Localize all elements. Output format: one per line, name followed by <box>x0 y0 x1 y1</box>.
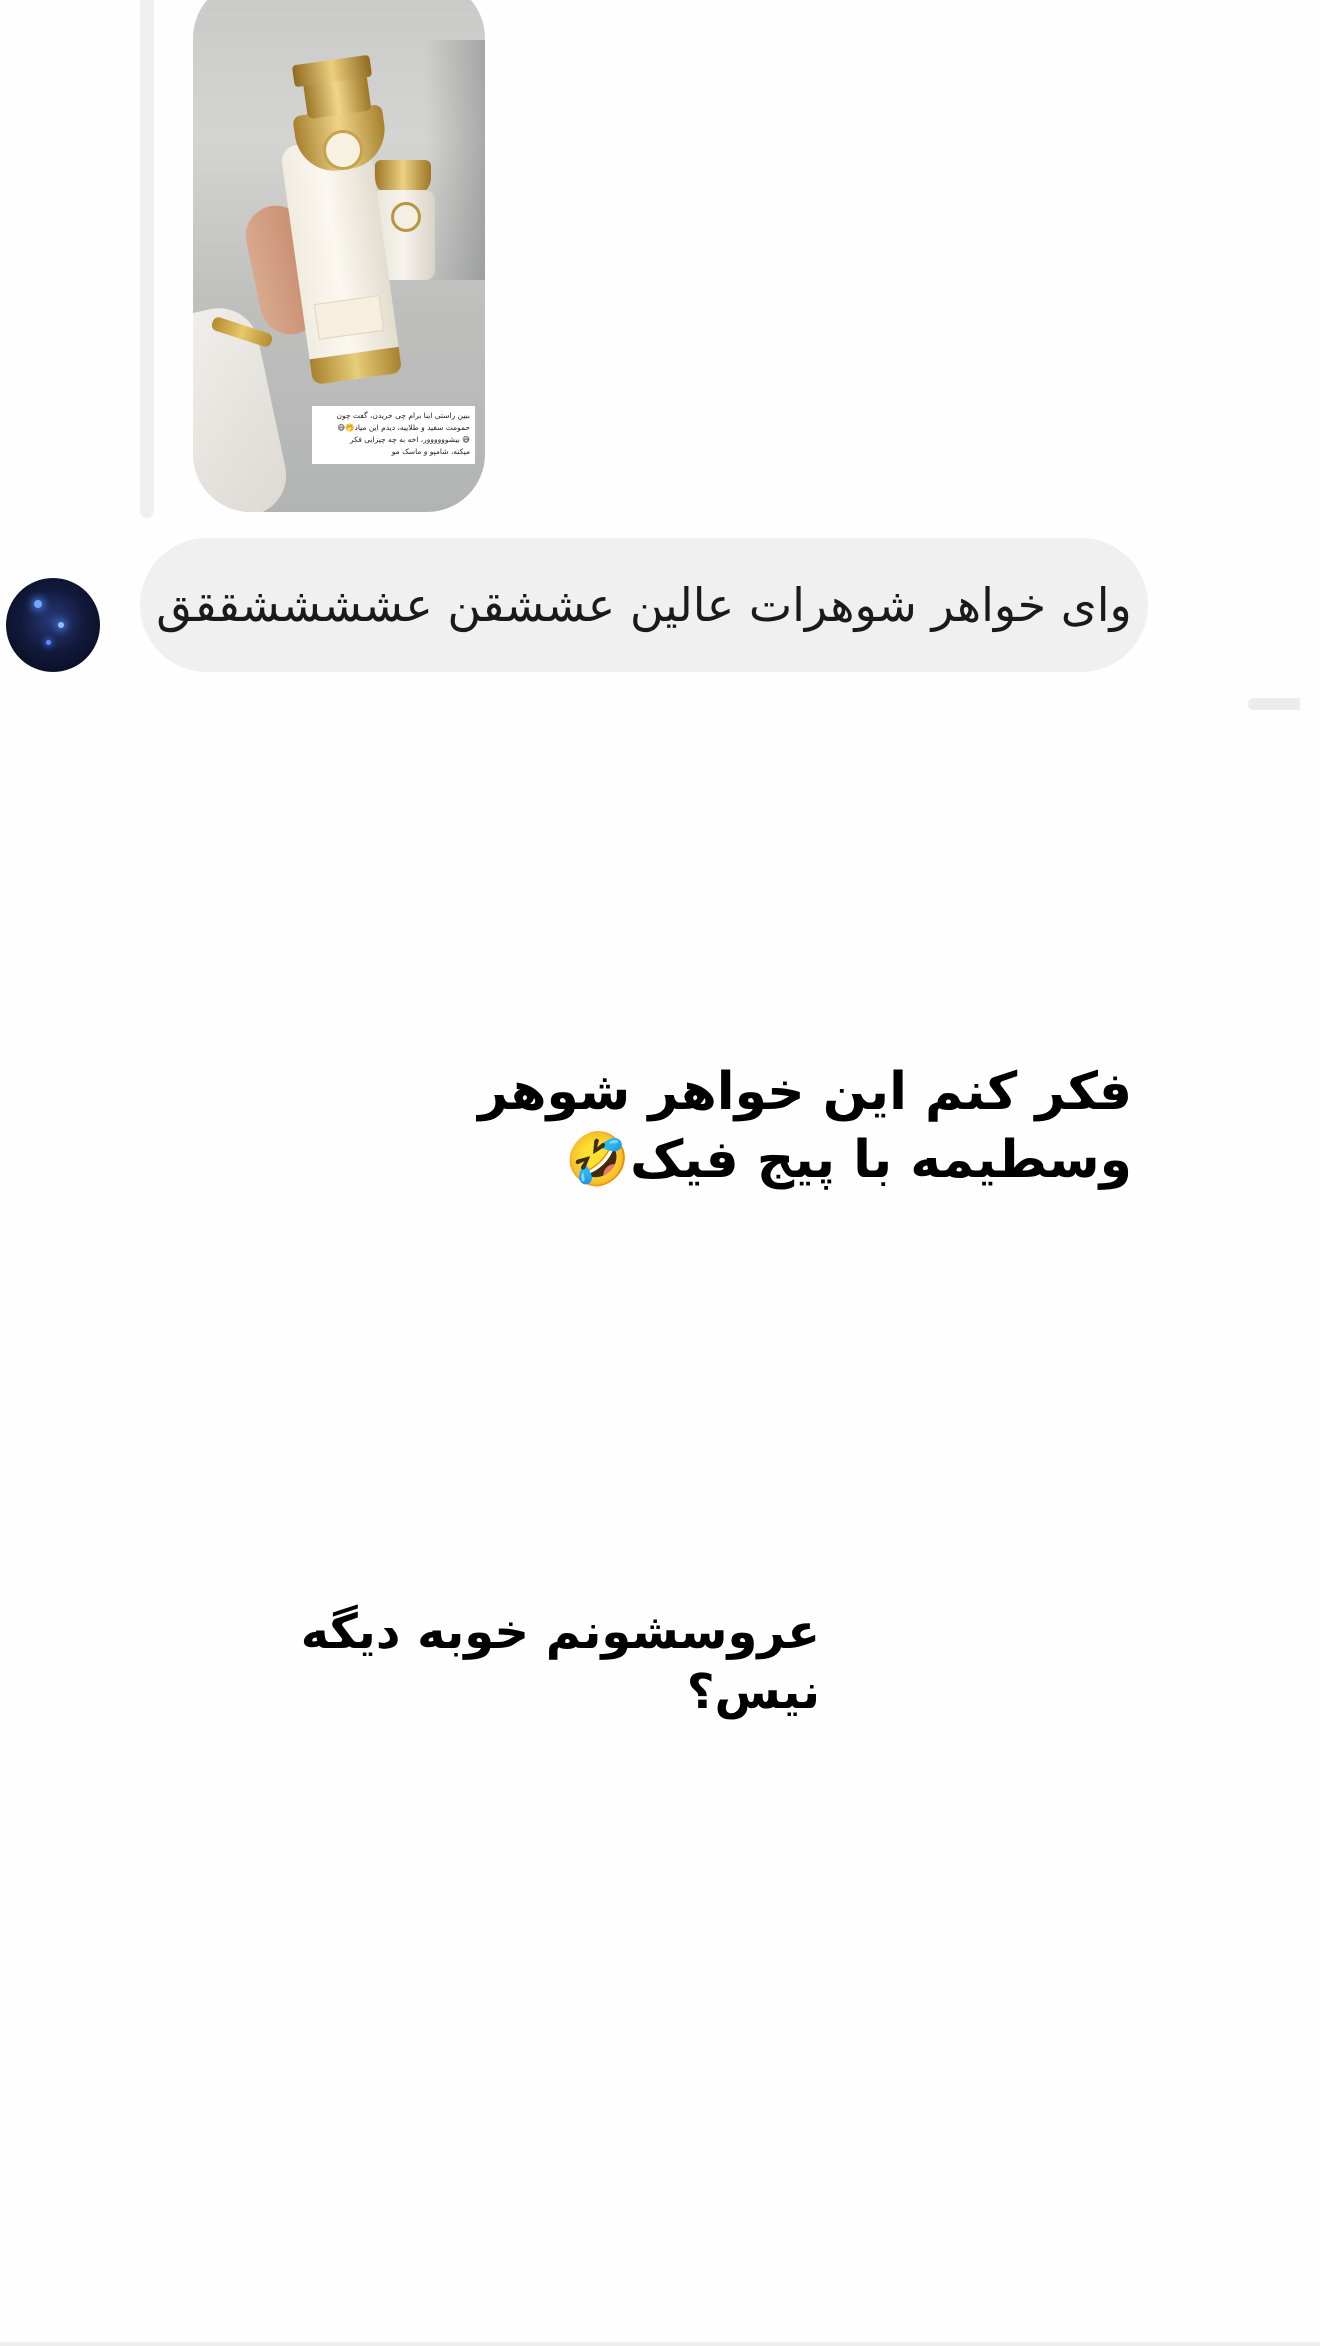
story-caption-box: ببین راستی اینا برام چی خریدن، گفت چون ح… <box>312 406 475 464</box>
story-second-bottle-emblem <box>391 202 421 232</box>
overlay-caption-line: وسطیمه با پیج فیک🤣 <box>565 1130 1132 1190</box>
overlay-caption-line: فکر کنم این خواهر شوهر <box>478 1062 1132 1122</box>
story-reply-indicator-bar <box>140 0 154 518</box>
story-reply-thumbnail[interactable]: ببین راستی اینا برام چی خریدن، گفت چون ح… <box>193 0 485 512</box>
story-bottle-label <box>313 295 385 340</box>
avatar-glow <box>58 622 64 628</box>
bottom-divider <box>0 2342 1320 2346</box>
overlay-caption-top: فکر کنم این خواهر شوهر وسطیمه با پیج فیک… <box>392 1058 1132 1194</box>
story-caption-line: میکنه، شامپو و ماسک مو <box>391 447 470 456</box>
overlay-caption-line: عروسشونم خوبه دیگه نیس؟ <box>300 1604 820 1720</box>
edge-indicator <box>1248 698 1300 710</box>
avatar-glow <box>34 600 42 608</box>
story-caption-line: ببین راستی اینا برام چی خریدن، گفت چون <box>336 411 470 420</box>
avatar-glow <box>46 640 51 645</box>
overlay-caption-bottom: عروسشونم خوبه دیگه نیس؟ <box>240 1602 820 1722</box>
message-bubble[interactable]: وای خواهر شوهرات عالین عششقن عششششققق <box>140 538 1148 672</box>
story-bottle-base <box>309 346 403 386</box>
story-caption-line: 😅 بیشوووووور، اخه به چه چیزایی فکر <box>349 435 470 444</box>
story-caption-line: حمومت سفید و طلاییه، دیدم این میاد🤭😅 <box>337 423 470 432</box>
message-text: وای خواهر شوهرات عالین عششقن عششششققق <box>156 578 1132 632</box>
avatar[interactable] <box>6 578 100 672</box>
